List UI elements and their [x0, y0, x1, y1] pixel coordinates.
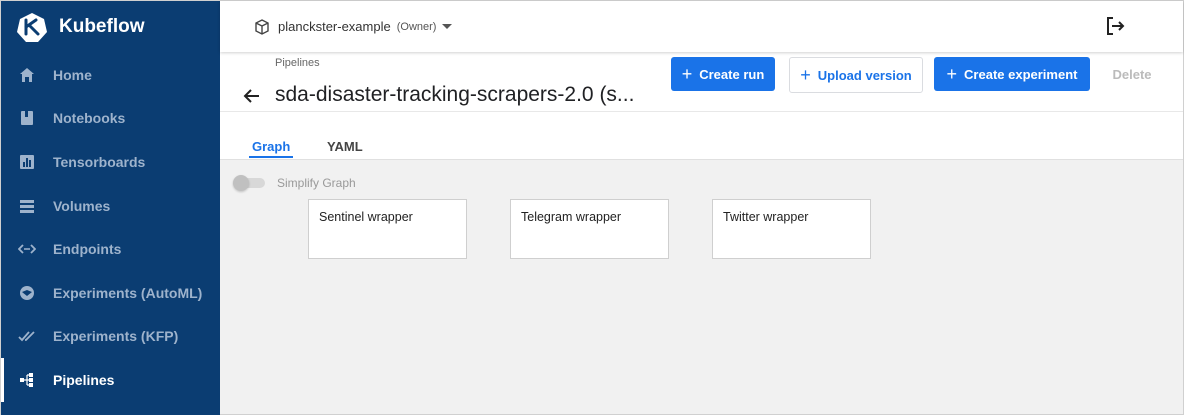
plus-icon: + [681, 64, 693, 84]
plus-icon: + [946, 64, 958, 84]
simplify-graph-label: Simplify Graph [277, 176, 356, 190]
back-arrow-icon[interactable] [241, 85, 263, 107]
tab-yaml[interactable]: YAML [327, 139, 363, 154]
node-label: Sentinel wrapper [319, 210, 413, 224]
pipeline-icon [17, 370, 37, 390]
node-label: Twitter wrapper [723, 210, 809, 224]
sidebar-item-experiments-kfp[interactable]: Experiments (KFP) [1, 315, 220, 359]
namespace-role: (Owner) [396, 20, 437, 33]
home-icon [17, 65, 37, 85]
header-divider [220, 111, 1183, 112]
sidebar-item-home[interactable]: Home [1, 53, 220, 97]
simplify-graph-toggle[interactable] [233, 175, 265, 191]
sidebar-item-label: Notebooks [53, 110, 126, 127]
delete-button[interactable]: Delete [1101, 57, 1163, 91]
toggle-knob [233, 175, 249, 191]
chevron-down-icon [442, 24, 453, 29]
namespace-selector[interactable]: planckster-example (Owner) [254, 18, 453, 35]
graph-node-telegram-wrapper[interactable]: Telegram wrapper [510, 199, 669, 259]
cube-icon [255, 18, 269, 35]
create-experiment-button[interactable]: + Create experiment [934, 57, 1090, 91]
sidebar-item-label: Pipelines [53, 371, 115, 388]
namespace-name: planckster-example [278, 19, 391, 34]
node-label: Telegram wrapper [521, 210, 622, 224]
sidebar-item-pipelines[interactable]: Pipelines [1, 358, 220, 402]
logout-icon[interactable] [1103, 14, 1127, 38]
brand[interactable]: Kubeflow [1, 1, 220, 53]
upload-version-button[interactable]: + Upload version [789, 57, 923, 93]
endpoints-icon [17, 239, 37, 259]
chart-icon [17, 152, 37, 172]
app-name: Kubeflow [59, 16, 145, 37]
sidebar-item-label: Volumes [53, 197, 111, 214]
top-bar: planckster-example (Owner) [220, 1, 1183, 52]
sidebar-item-label: Experiments (KFP) [53, 328, 179, 345]
sidebar-item-experiments-automl[interactable]: Experiments (AutoML) [1, 271, 220, 315]
notebook-icon [17, 108, 37, 128]
sidebar-item-endpoints[interactable]: Endpoints [1, 227, 220, 271]
page-title: sda-disaster-tracking-scrapers-2.0 (s... [275, 83, 635, 106]
sidebar-item-label: Tensorboards [53, 153, 146, 170]
sidebar-item-label: Experiments (AutoML) [53, 284, 203, 301]
volumes-icon [17, 196, 37, 216]
plus-icon: + [800, 65, 811, 85]
sidebar-item-label: Home [53, 66, 92, 83]
sidebar-item-volumes[interactable]: Volumes [1, 184, 220, 228]
breadcrumb[interactable]: Pipelines [275, 57, 320, 69]
done-all-icon [17, 326, 37, 346]
sidebar-item-label: Endpoints [53, 241, 122, 258]
automl-icon [17, 283, 37, 303]
kubeflow-logo-icon [17, 13, 47, 42]
tab-graph[interactable]: Graph [252, 139, 290, 154]
graph-node-twitter-wrapper[interactable]: Twitter wrapper [712, 199, 871, 259]
sidebar-item-tensorboards[interactable]: Tensorboards [1, 140, 220, 184]
pipeline-graph: Simplify Graph Sentinel wrapper Telegram… [220, 160, 1183, 414]
active-tab-indicator [249, 156, 293, 158]
graph-node-sentinel-wrapper[interactable]: Sentinel wrapper [308, 199, 467, 259]
sidebar: Kubeflow Home Notebooks Tensorboards Vol… [1, 1, 220, 415]
sidebar-item-notebooks[interactable]: Notebooks [1, 97, 220, 141]
create-run-button[interactable]: + Create run [671, 57, 775, 91]
